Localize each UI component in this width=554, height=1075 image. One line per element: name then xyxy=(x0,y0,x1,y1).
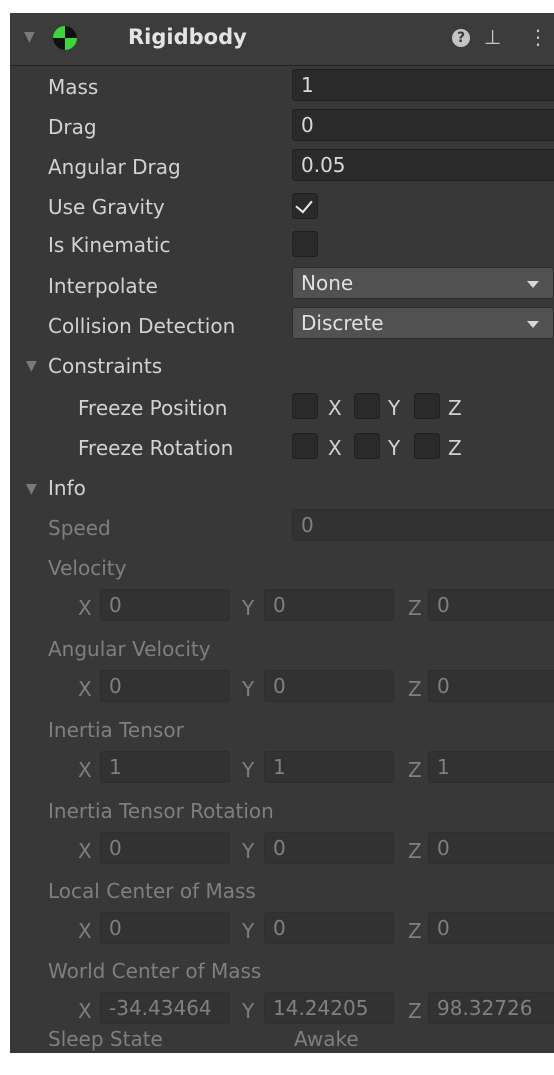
info-foldout[interactable]: Info xyxy=(48,476,86,500)
sleep-state-label: Sleep State xyxy=(48,1027,163,1051)
world-center-of-mass-z-label: Z xyxy=(408,999,422,1023)
local-center-of-mass-y-field: 0 xyxy=(264,912,394,944)
drag-label: Drag xyxy=(48,115,97,139)
checkmark-icon xyxy=(295,195,313,214)
inertia-tensor-x-field: 1 xyxy=(100,751,230,783)
inertia-tensor-rotation-z-label: Z xyxy=(408,839,422,863)
freeze-position-x-label: X xyxy=(328,396,342,420)
local-center-of-mass-x-field: 0 xyxy=(100,912,230,944)
velocity-z-label: Z xyxy=(408,596,422,620)
is-kinematic-label: Is Kinematic xyxy=(48,233,171,257)
angular-velocity-x-field: 0 xyxy=(100,670,230,702)
freeze-position-z-label: Z xyxy=(448,396,462,420)
inertia-tensor-rotation-label: Inertia Tensor Rotation xyxy=(48,799,274,823)
angular-velocity-label: Angular Velocity xyxy=(48,637,211,661)
mass-field[interactable]: 1 xyxy=(292,69,554,101)
interpolate-label: Interpolate xyxy=(48,274,158,298)
angular-velocity-y-field: 0 xyxy=(264,670,394,702)
velocity-label: Velocity xyxy=(48,556,127,580)
freeze-position-x-checkbox[interactable] xyxy=(292,393,318,419)
freeze-rotation-x-label: X xyxy=(328,436,342,460)
collision-detection-label: Collision Detection xyxy=(48,314,236,338)
mass-label: Mass xyxy=(48,75,99,99)
drag-field[interactable]: 0 xyxy=(292,109,554,141)
speed-field: 0 xyxy=(292,509,554,541)
inertia-tensor-y-field: 1 xyxy=(264,751,394,783)
inertia-tensor-rotation-y-field: 0 xyxy=(264,832,394,864)
collision-detection-dropdown[interactable]: Discrete xyxy=(292,307,554,339)
velocity-x-label: X xyxy=(78,596,92,620)
freeze-rotation-x-checkbox[interactable] xyxy=(292,433,318,459)
world-center-of-mass-x-field: -34.43464 xyxy=(100,992,230,1024)
world-center-of-mass-z-field: 98.32726 xyxy=(428,992,554,1024)
rigidbody-icon xyxy=(53,26,77,50)
local-center-of-mass-z-field: 0 xyxy=(428,912,554,944)
inertia-tensor-z-label: Z xyxy=(408,758,422,782)
world-center-of-mass-x-label: X xyxy=(78,999,92,1023)
component-header[interactable]: ▼ Rigidbody ? ⊥ ⋮ xyxy=(10,13,554,66)
is-kinematic-checkbox[interactable] xyxy=(292,231,318,257)
freeze-rotation-y-checkbox[interactable] xyxy=(354,433,380,459)
local-center-of-mass-z-label: Z xyxy=(408,919,422,943)
use-gravity-label: Use Gravity xyxy=(48,195,165,219)
freeze-position-y-label: Y xyxy=(388,396,401,420)
angular-drag-field[interactable]: 0.05 xyxy=(292,149,554,181)
freeze-rotation-z-label: Z xyxy=(448,436,462,460)
interpolate-dropdown[interactable]: None xyxy=(292,267,554,299)
angular-velocity-z-label: Z xyxy=(408,677,422,701)
presets-icon[interactable]: ⊥ xyxy=(484,25,501,49)
dropdown-arrow-icon xyxy=(527,281,539,288)
collision-detection-value: Discrete xyxy=(301,311,384,335)
world-center-of-mass-label: World Center of Mass xyxy=(48,959,262,983)
world-center-of-mass-y-field: 14.24205 xyxy=(264,992,394,1024)
component-title: Rigidbody xyxy=(128,25,247,49)
local-center-of-mass-y-label: Y xyxy=(242,919,255,943)
local-center-of-mass-label: Local Center of Mass xyxy=(48,879,256,903)
speed-label: Speed xyxy=(48,516,111,540)
velocity-x-field: 0 xyxy=(100,589,230,621)
angular-velocity-z-field: 0 xyxy=(428,670,554,702)
world-center-of-mass-y-label: Y xyxy=(242,999,255,1023)
freeze-position-y-checkbox[interactable] xyxy=(354,393,380,419)
inertia-tensor-rotation-y-label: Y xyxy=(242,839,255,863)
velocity-y-field: 0 xyxy=(264,589,394,621)
local-center-of-mass-x-label: X xyxy=(78,919,92,943)
inertia-tensor-rotation-x-field: 0 xyxy=(100,832,230,864)
inertia-tensor-x-label: X xyxy=(78,758,92,782)
interpolate-value: None xyxy=(301,271,354,295)
rigidbody-inspector-panel: ▼ Rigidbody ? ⊥ ⋮ Mass 1 Drag 0 Angular … xyxy=(10,13,554,1053)
inertia-tensor-z-field: 1 xyxy=(428,751,554,783)
dropdown-arrow-icon xyxy=(527,321,539,328)
freeze-rotation-label: Freeze Rotation xyxy=(78,436,234,460)
velocity-y-label: Y xyxy=(242,596,255,620)
inertia-tensor-y-label: Y xyxy=(242,758,255,782)
inertia-tensor-rotation-x-label: X xyxy=(78,839,92,863)
inertia-tensor-rotation-z-field: 0 xyxy=(428,832,554,864)
freeze-rotation-z-checkbox[interactable] xyxy=(414,433,440,459)
inertia-tensor-label: Inertia Tensor xyxy=(48,718,184,742)
constraints-foldout[interactable]: Constraints xyxy=(48,354,162,378)
sleep-state-value: Awake xyxy=(294,1027,359,1051)
use-gravity-checkbox[interactable] xyxy=(292,193,318,219)
freeze-position-label: Freeze Position xyxy=(78,396,228,420)
angular-drag-label: Angular Drag xyxy=(48,155,181,179)
info-fold-icon[interactable]: ▼ xyxy=(26,481,37,497)
collapse-arrow-icon[interactable]: ▼ xyxy=(24,29,35,45)
constraints-fold-icon[interactable]: ▼ xyxy=(26,358,37,374)
angular-velocity-x-label: X xyxy=(78,677,92,701)
context-menu-icon[interactable]: ⋮ xyxy=(528,25,548,49)
angular-velocity-y-label: Y xyxy=(242,677,255,701)
help-icon[interactable]: ? xyxy=(452,29,470,47)
velocity-z-field: 0 xyxy=(428,589,554,621)
freeze-rotation-y-label: Y xyxy=(388,436,401,460)
freeze-position-z-checkbox[interactable] xyxy=(414,393,440,419)
